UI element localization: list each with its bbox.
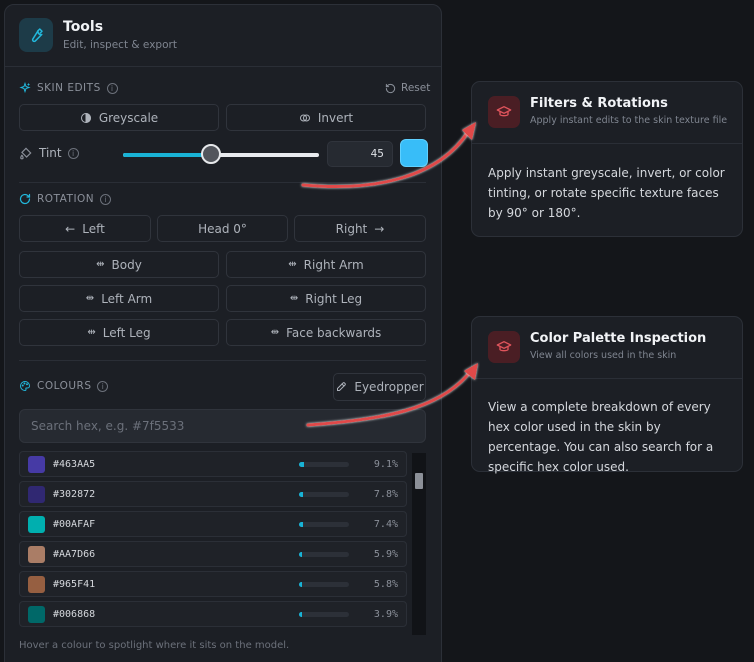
callout-arrows: [301, 122, 478, 427]
arrow-to-colours: [306, 370, 472, 427]
arrow-to-skin-edits: [301, 130, 470, 189]
